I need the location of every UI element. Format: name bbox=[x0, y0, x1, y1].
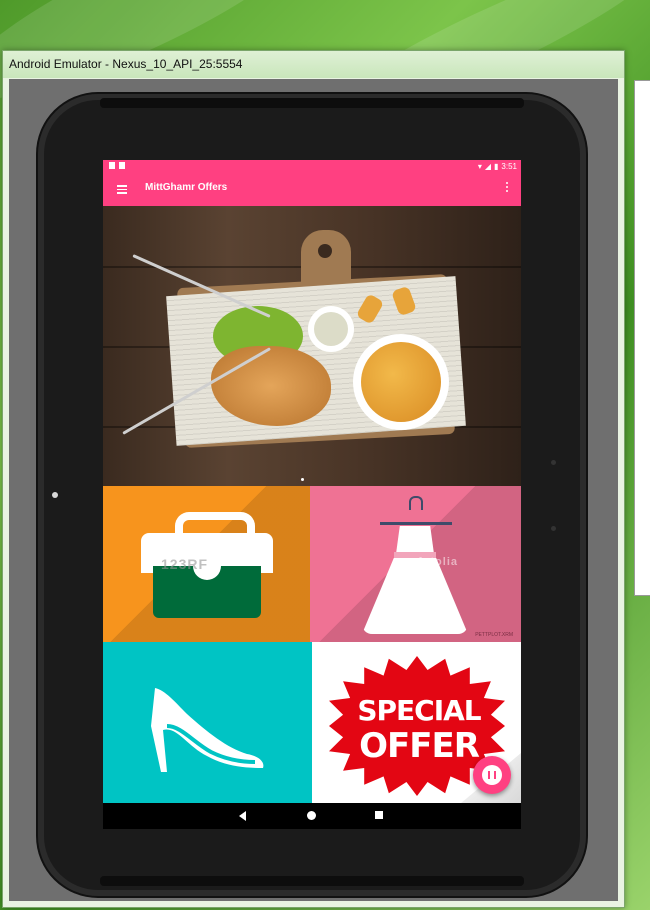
watermark: fotolia bbox=[418, 556, 458, 568]
window-title[interactable]: Android Emulator - Nexus_10_API_25:5554 bbox=[3, 51, 624, 78]
status-right: ▾ ◢ ▮ 3:51 bbox=[478, 162, 517, 171]
board-handle-hole bbox=[318, 244, 332, 258]
tile-shoes[interactable] bbox=[103, 642, 312, 803]
navigation-bar bbox=[103, 803, 521, 829]
speaker-grille-top bbox=[100, 98, 524, 108]
recents-icon[interactable] bbox=[375, 811, 383, 819]
food-banner-image[interactable] bbox=[103, 206, 521, 486]
back-icon[interactable] bbox=[239, 811, 246, 821]
front-camera-icon bbox=[52, 492, 58, 498]
status-bar: ▾ ◢ ▮ 3:51 bbox=[103, 160, 521, 174]
offer-line-2: OFFER bbox=[359, 726, 480, 766]
tile-dresses[interactable]: fotolia PETTPLOT.XRM bbox=[310, 486, 521, 642]
offer-line-1: SPECIAL bbox=[357, 694, 481, 727]
home-icon[interactable] bbox=[307, 811, 316, 820]
watermark: 123RF bbox=[161, 556, 209, 572]
hamburger-menu-icon[interactable] bbox=[117, 185, 127, 194]
side-panel bbox=[634, 80, 650, 596]
signal-icon: ◢ bbox=[484, 162, 492, 171]
more-vert-icon[interactable] bbox=[505, 182, 509, 196]
battery-icon: ▮ bbox=[494, 162, 499, 171]
notification-icon bbox=[119, 162, 125, 169]
image-credit: PETTPLOT.XRM bbox=[475, 632, 513, 638]
sensor-dot bbox=[551, 526, 556, 531]
app-bar: MittGhamr Offers bbox=[103, 174, 521, 206]
fries bbox=[361, 342, 441, 422]
pause-button[interactable] bbox=[473, 756, 511, 794]
notification-icon bbox=[109, 162, 115, 169]
dress-icon bbox=[396, 526, 434, 554]
hanger-icon bbox=[409, 496, 423, 510]
hanger-bar bbox=[380, 522, 452, 525]
dip-bowl bbox=[308, 306, 354, 352]
sensor-dot bbox=[551, 460, 556, 465]
pause-icon bbox=[482, 765, 502, 785]
wifi-icon: ▾ bbox=[477, 162, 482, 171]
device-screen: ▾ ◢ ▮ 3:51 MittGhamr Offers 123RF fotoli… bbox=[103, 160, 521, 829]
high-heel-icon bbox=[151, 688, 264, 772]
speaker-grille-bottom bbox=[100, 876, 524, 886]
carousel-indicator[interactable] bbox=[301, 478, 304, 481]
tile-bags[interactable]: 123RF bbox=[103, 486, 310, 642]
status-notifications bbox=[109, 162, 129, 171]
status-time: 3:51 bbox=[501, 162, 517, 171]
app-title: MittGhamr Offers bbox=[145, 182, 228, 193]
